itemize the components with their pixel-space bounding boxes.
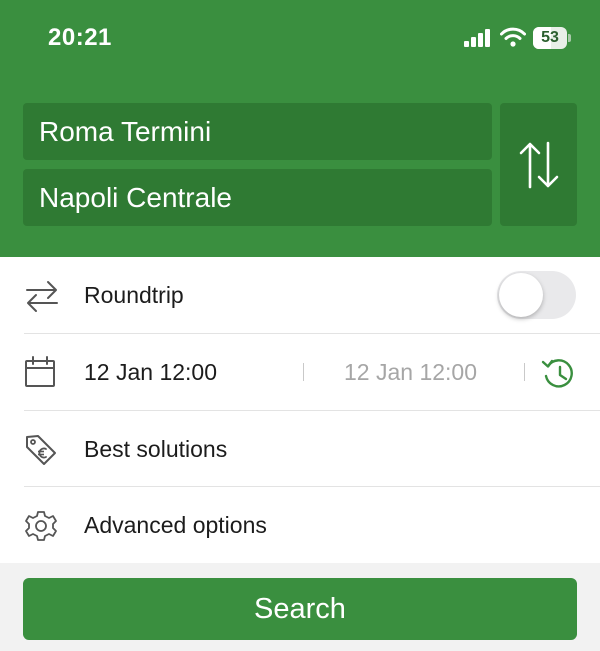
search-options: Roundtrip 12 Jan 12:00 12 Jan 12:00 Best… (0, 257, 600, 563)
history-clock-icon[interactable] (540, 356, 576, 390)
swap-vertical-icon (519, 141, 559, 189)
status-time: 20:21 (48, 24, 112, 51)
date-separator (303, 363, 304, 381)
roundtrip-row[interactable]: Roundtrip (0, 257, 600, 334)
roundtrip-arrows-icon (26, 281, 58, 312)
departure-datetime[interactable]: 12 Jan 12:00 (84, 334, 217, 411)
origin-station-field[interactable]: Roma Termini (23, 103, 492, 160)
signal-icon (464, 29, 490, 47)
return-datetime[interactable]: 12 Jan 12:00 (344, 334, 477, 411)
destination-station-field[interactable]: Napoli Centrale (23, 169, 492, 226)
toggle-knob (499, 273, 543, 317)
calendar-icon (25, 356, 55, 387)
advanced-options-label: Advanced options (84, 512, 267, 538)
header: 20:21 53 Roma Termini Napoli Centrale (0, 0, 600, 257)
swap-stations-button[interactable] (500, 103, 577, 226)
date-separator (524, 363, 525, 381)
wifi-icon (500, 27, 526, 47)
best-solutions-label: Best solutions (84, 436, 228, 462)
gear-icon (25, 511, 57, 541)
best-solutions-row[interactable]: Best solutions (0, 411, 600, 488)
battery-percentage: 53 (541, 29, 559, 46)
search-button[interactable]: Search (23, 578, 577, 640)
roundtrip-label: Roundtrip (84, 282, 184, 308)
roundtrip-toggle[interactable] (497, 271, 576, 319)
advanced-options-row[interactable]: Advanced options (0, 487, 600, 564)
euro-tag-icon (26, 435, 56, 465)
battery-icon: 53 (533, 27, 571, 49)
dates-row: 12 Jan 12:00 12 Jan 12:00 (0, 334, 600, 411)
